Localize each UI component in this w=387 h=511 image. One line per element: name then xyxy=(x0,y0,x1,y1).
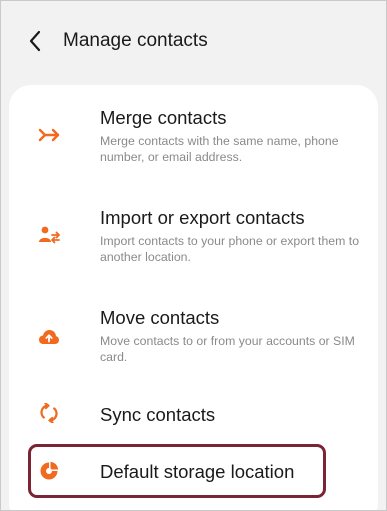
chevron-left-icon xyxy=(29,30,41,52)
import-export-description: Import contacts to your phone or export … xyxy=(100,234,360,264)
page-title: Manage contacts xyxy=(63,30,208,51)
merge-contacts-item[interactable]: Merge contacts Merge contacts with the s… xyxy=(9,101,378,181)
merge-contacts-description: Merge contacts with the same name, phone… xyxy=(100,134,339,164)
sync-contacts-item[interactable]: Sync contacts xyxy=(9,391,378,441)
merge-contacts-title: Merge contacts xyxy=(100,107,227,128)
import-export-title: Import or export contacts xyxy=(100,207,305,228)
import-export-icon xyxy=(37,223,61,247)
sync-contacts-title: Sync contacts xyxy=(100,404,216,425)
default-storage-location-item[interactable]: Default storage location xyxy=(9,447,378,497)
app-header: Manage contacts xyxy=(1,1,386,81)
back-button[interactable] xyxy=(23,27,47,55)
manage-contacts-screen: Manage contacts Merge contacts Merge con… xyxy=(0,0,387,511)
cloud-upload-icon xyxy=(37,325,61,349)
storage-pie-icon xyxy=(37,459,61,483)
import-export-contacts-item[interactable]: Import or export contacts Import contact… xyxy=(9,203,378,283)
move-contacts-title: Move contacts xyxy=(100,307,220,328)
default-storage-title: Default storage location xyxy=(100,461,295,482)
merge-icon xyxy=(37,123,61,147)
move-contacts-item[interactable]: Move contacts Move contacts to or from y… xyxy=(9,301,378,381)
sync-icon xyxy=(37,401,61,425)
move-contacts-description: Move contacts to or from your accounts o… xyxy=(100,334,355,364)
